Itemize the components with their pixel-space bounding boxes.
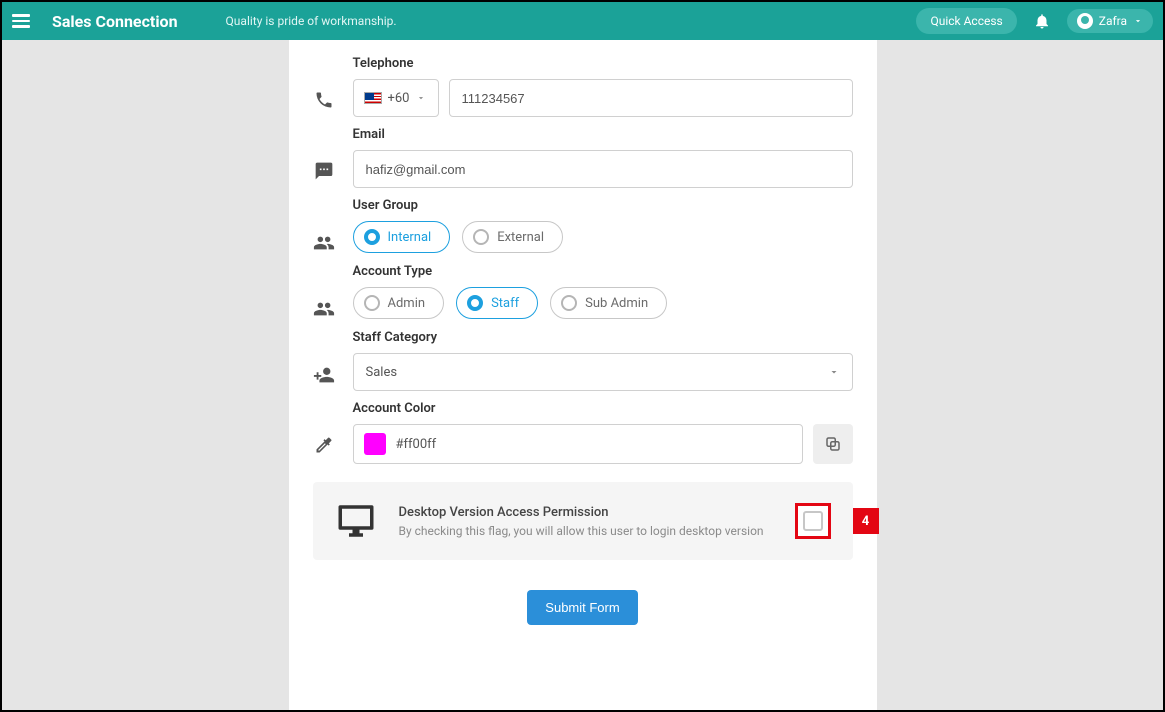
color-value: #ff00ff [396,437,437,452]
radio-icon [364,229,380,245]
people-icon [313,232,335,254]
radio-icon [467,295,483,311]
desktop-permission-checkbox[interactable] [795,503,831,539]
app-title: Sales Connection [52,12,178,31]
copy-color-button[interactable] [813,424,853,464]
annotation-badge: 4 [853,508,879,534]
staff-category-label: Staff Category [353,330,853,345]
account-type-option-admin[interactable]: Admin [353,287,445,319]
chat-icon [313,161,335,181]
user-name: Zafra [1099,14,1127,28]
top-bar: Sales Connection Quality is pride of wor… [2,2,1163,40]
desktop-permission-box: Desktop Version Access Permission By che… [313,482,853,560]
radio-icon [473,229,489,245]
account-color-input[interactable]: #ff00ff [353,424,803,464]
user-group-label: User Group [353,198,853,213]
menu-icon[interactable] [12,10,34,32]
color-swatch [364,433,386,455]
user-group-option-internal[interactable]: Internal [353,221,451,253]
account-type-label: Account Type [353,264,853,279]
copy-icon [824,435,842,453]
desktop-icon [335,500,377,542]
permission-desc: By checking this flag, you will allow th… [399,524,773,538]
account-color-label: Account Color [353,401,853,416]
option-label: Admin [388,296,426,311]
telephone-label: Telephone [353,56,853,71]
email-input[interactable] [353,150,853,188]
bell-icon[interactable] [1033,12,1051,30]
staff-category-select[interactable]: Sales [353,353,853,391]
user-group-option-external[interactable]: External [462,221,563,253]
people-icon [313,298,335,320]
submit-button[interactable]: Submit Form [527,590,637,625]
flag-icon [364,92,382,104]
country-code-select[interactable]: +60 [353,79,439,117]
email-label: Email [353,127,853,142]
form-card: Telephone +60 Em [289,40,877,710]
quick-access-button[interactable]: Quick Access [916,8,1016,34]
chevron-down-icon [828,366,840,378]
chevron-down-icon [1133,16,1143,26]
phone-icon [313,90,335,110]
telephone-input[interactable] [449,79,853,117]
eyedropper-icon [313,435,335,455]
avatar-icon [1077,13,1093,29]
select-value: Sales [366,365,398,380]
permission-title: Desktop Version Access Permission [399,505,773,520]
account-type-option-staff[interactable]: Staff [456,287,538,319]
radio-icon [561,295,577,311]
tagline: Quality is pride of workmanship. [226,14,397,28]
option-label: External [497,230,544,245]
user-menu[interactable]: Zafra [1067,9,1153,33]
option-label: Internal [388,230,432,245]
radio-icon [364,295,380,311]
option-label: Staff [491,296,519,311]
account-type-option-subadmin[interactable]: Sub Admin [550,287,667,319]
country-code-value: +60 [388,91,410,106]
person-add-icon [313,364,335,386]
option-label: Sub Admin [585,296,648,311]
chevron-down-icon [416,93,426,103]
